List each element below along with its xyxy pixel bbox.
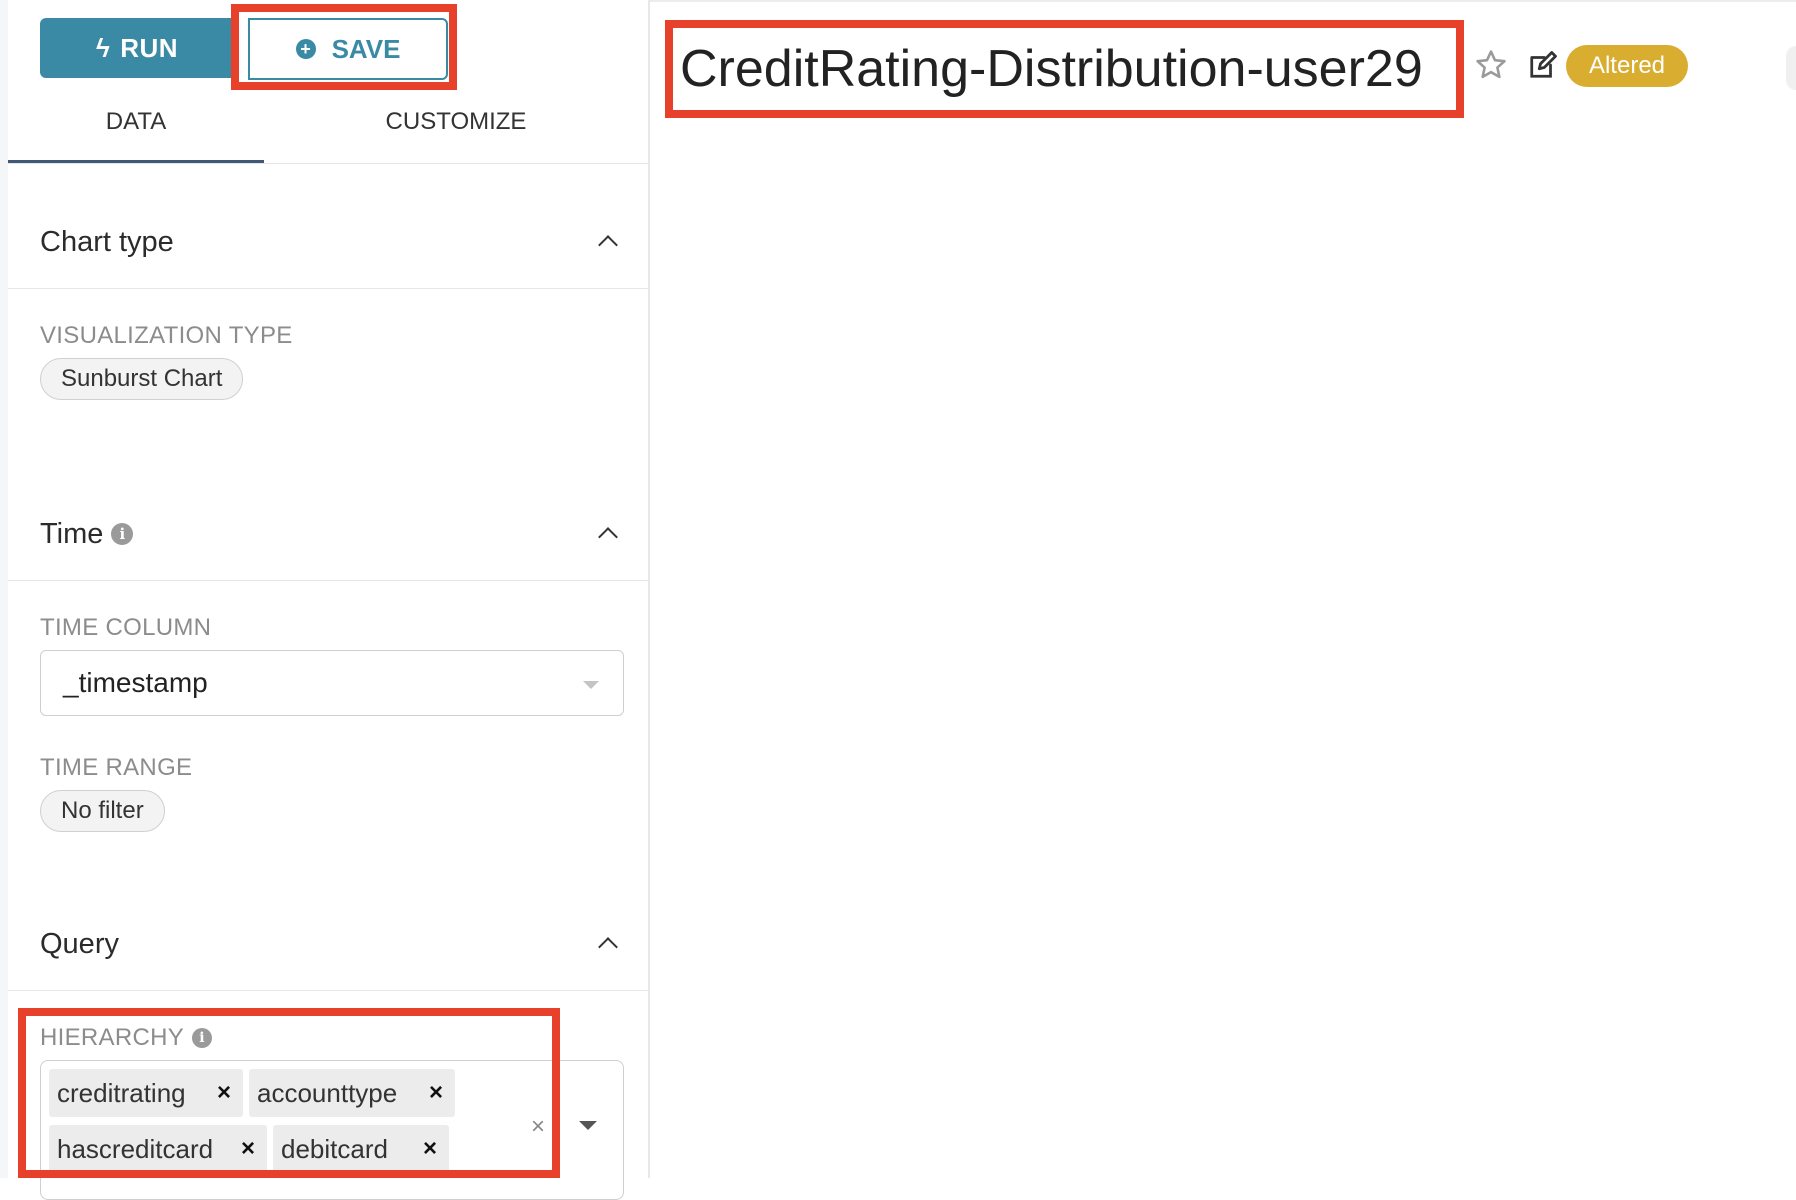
tab-data-label: DATA [105,108,167,135]
info-icon[interactable]: i [111,523,134,545]
time-column-label: TIME COLUMN [40,614,211,642]
save-button[interactable]: + SAVE [248,18,448,80]
chart-title[interactable]: CreditRating-Distribution-user29 [680,28,1423,110]
chevron-up-icon[interactable] [596,514,620,554]
section-header-query[interactable]: Query [40,924,620,964]
hierarchy-label: HIERARCHY i [40,1024,213,1052]
close-icon[interactable]: × [429,1069,443,1117]
hierarchy-tag-label: accounttype [257,1077,398,1108]
plus-circle-icon: + [295,39,316,59]
star-icon[interactable] [1474,48,1508,82]
time-range-label-text: TIME RANGE [40,754,193,781]
caret-down-icon [583,681,599,689]
section-header-chart-type[interactable]: Chart type [40,222,620,262]
time-column-label-text: TIME COLUMN [40,614,212,641]
section-divider [8,580,648,581]
close-icon[interactable]: × [423,1125,437,1173]
hierarchy-tag: hascreditcard × [49,1125,267,1173]
hierarchy-tag-label: creditrating [57,1077,186,1108]
visualization-type-value: Sunburst Chart [61,365,223,392]
control-panel: ϟ RUN + SAVE DATA CUSTOMIZE Chart type V… [8,0,650,1200]
chevron-up-icon[interactable] [596,924,620,964]
edit-icon[interactable] [1528,50,1558,80]
time-range-value: No filter [61,797,144,824]
section-header-time[interactable]: Time i [40,514,620,554]
run-button[interactable]: ϟ RUN [40,18,234,78]
hierarchy-label-text: HIERARCHY [40,1024,185,1051]
section-title-time: Time [40,517,104,550]
tab-customize-label: CUSTOMIZE [385,108,527,135]
hierarchy-tag: debitcard × [273,1125,449,1173]
section-title-chart-type: Chart type [40,225,174,258]
hierarchy-multiselect[interactable]: creditrating × accounttype × hascreditca… [40,1060,624,1200]
hierarchy-tag-label: debitcard [281,1133,388,1164]
status-badge: Altered [1566,45,1688,87]
close-icon[interactable]: × [217,1069,231,1117]
time-column-value: _timestamp [63,667,208,698]
section-divider [8,990,648,991]
visualization-type-pill[interactable]: Sunburst Chart [40,358,244,400]
save-button-label: SAVE [331,33,401,64]
bolt-icon: ϟ [95,32,111,63]
status-badge-label: Altered [1588,52,1666,79]
info-icon[interactable]: i [192,1028,213,1048]
section-divider [8,288,648,289]
right-edge-element [1786,46,1796,90]
clear-all-icon[interactable]: × [531,1113,545,1141]
caret-down-icon[interactable] [579,1121,597,1130]
time-range-pill[interactable]: No filter [40,790,165,832]
run-button-label: RUN [120,32,179,63]
chart-title-text: CreditRating-Distribution-user29 [680,40,1423,98]
time-range-label: TIME RANGE [40,754,192,782]
tab-data[interactable]: DATA [8,100,264,144]
visualization-type-label-text: VISUALIZATION TYPE [40,322,293,349]
tab-divider [8,163,648,164]
tab-customize[interactable]: CUSTOMIZE [264,100,648,144]
hierarchy-tag: creditrating × [49,1069,243,1117]
hierarchy-tag-label: hascreditcard [57,1133,214,1164]
chevron-up-icon[interactable] [596,222,620,262]
section-title-query: Query [40,927,119,960]
visualization-type-label: VISUALIZATION TYPE [40,322,293,350]
header-top-border [650,0,1796,2]
hierarchy-tag: accounttype × [249,1069,455,1117]
close-icon[interactable]: × [241,1125,255,1173]
time-column-select[interactable]: _timestamp [40,650,624,716]
